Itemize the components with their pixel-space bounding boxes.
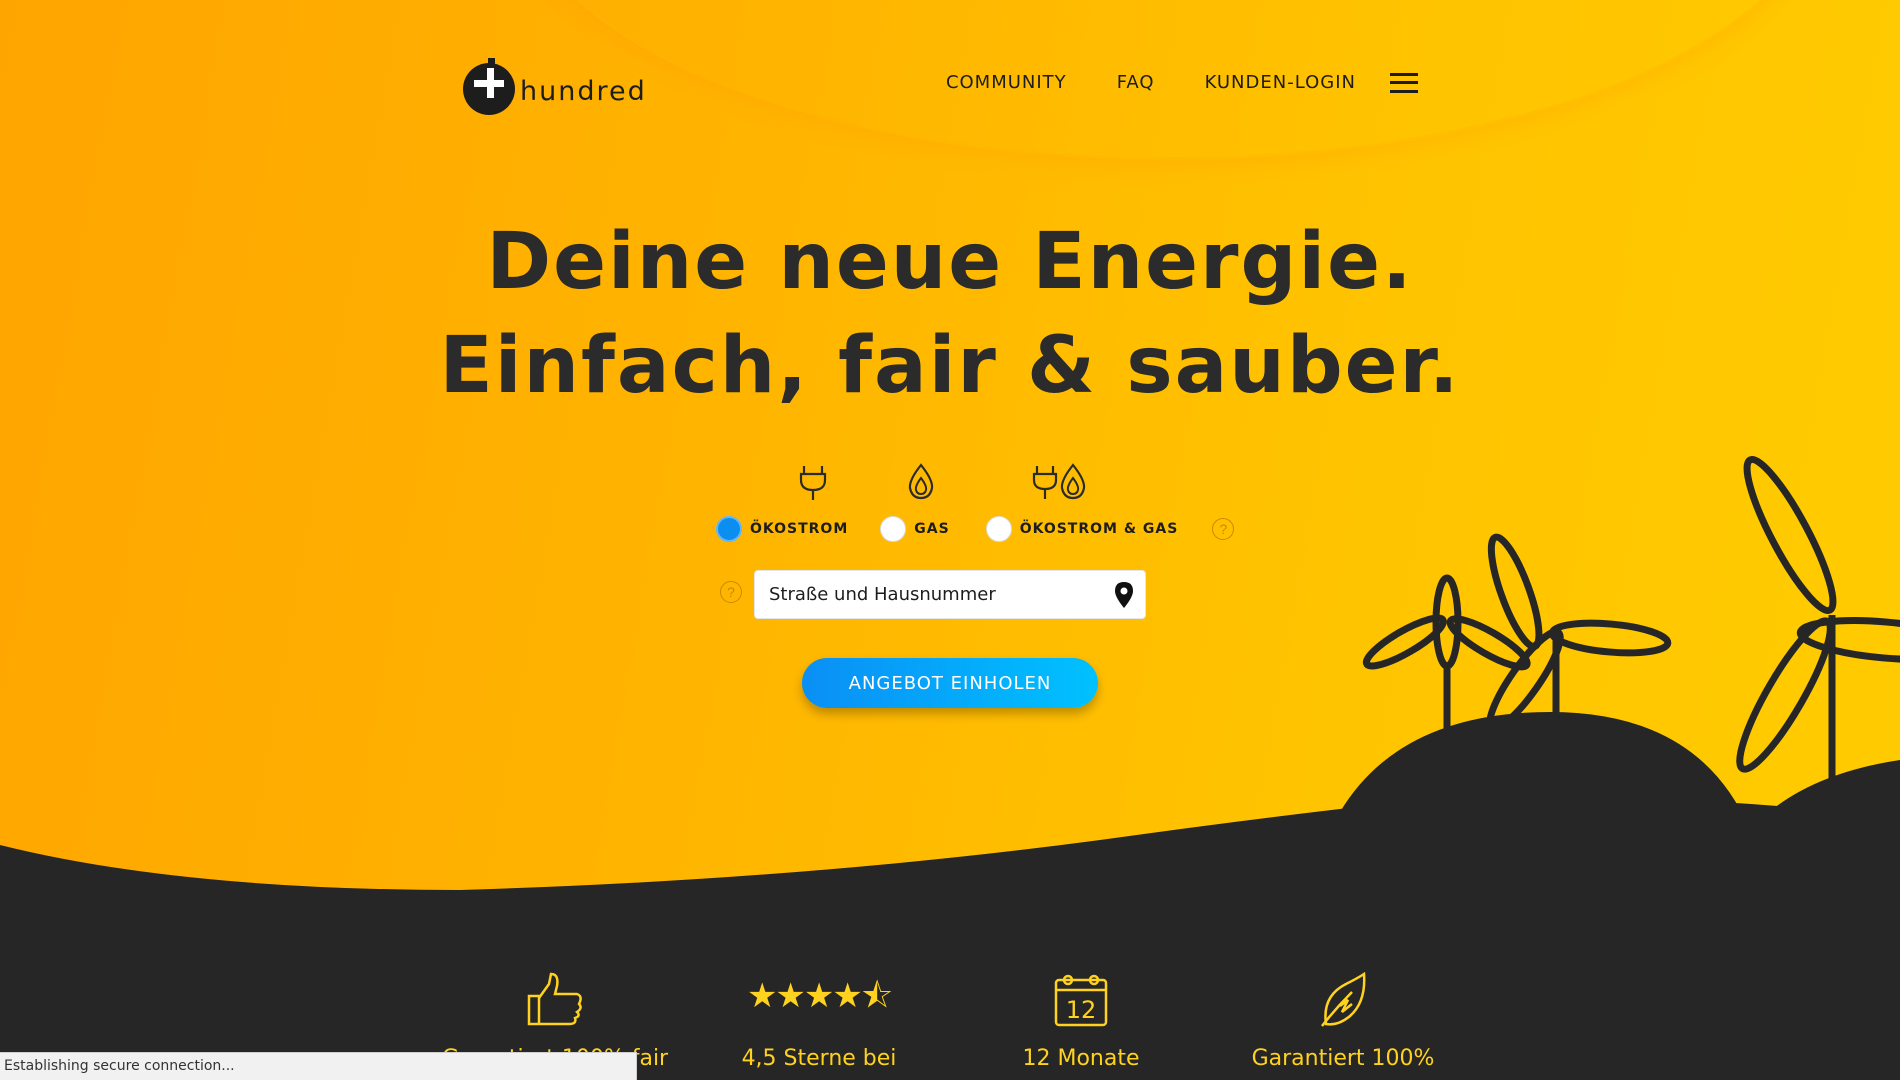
address-field [754, 570, 1146, 619]
leaf-icon [1321, 972, 1366, 1027]
main-nav: COMMUNITY FAQ KUNDEN-LOGIN [896, 72, 1418, 93]
feature-duration: 12 12 Monate [966, 970, 1196, 1074]
feature-rating: ★★★★⯪ 4,5 Sterne bei [704, 970, 934, 1074]
browser-status-bar: Establishing secure connection... [0, 1052, 637, 1080]
radio-gas[interactable] [880, 516, 907, 542]
logo[interactable]: hundred [460, 58, 647, 116]
flame-icon [908, 463, 934, 500]
address-help-icon[interactable]: ? [720, 581, 742, 603]
site-header: hundred COMMUNITY FAQ KUNDEN-LOGIN [460, 58, 1418, 122]
radio-oekostrom-gas[interactable] [985, 516, 1012, 542]
headline-line-2: Einfach, fair & sauber. [439, 321, 1461, 411]
calendar-number: 12 [1066, 996, 1097, 1024]
hamburger-menu-icon[interactable] [1390, 72, 1418, 93]
option-oekostrom-gas[interactable]: ÖKOSTROM & GAS [985, 516, 1179, 542]
stars-icon: ★★★★⯪ [746, 976, 893, 1015]
nav-faq[interactable]: FAQ [1117, 72, 1155, 93]
get-offer-button[interactable]: ANGEBOT EINHOLEN [802, 658, 1098, 708]
feature-text: 12 Monate [1022, 1046, 1140, 1071]
option-label: GAS [914, 521, 950, 537]
feature-text: Garantiert 100% [1251, 1046, 1435, 1071]
feature-green: Garantiert 100% [1228, 970, 1458, 1074]
address-input[interactable] [755, 584, 1095, 605]
help-icon[interactable]: ? [1212, 518, 1235, 540]
thumbs-up-icon [527, 972, 582, 1026]
energy-type-icons [0, 462, 1900, 506]
feature-text: 4,5 Sterne bei [741, 1046, 897, 1071]
logo-text: hundred [520, 75, 647, 107]
option-label: ÖKOSTROM & GAS [1019, 521, 1179, 537]
location-pin-icon[interactable] [1113, 581, 1135, 609]
hill [1340, 712, 1900, 900]
radio-oekostrom[interactable] [716, 516, 742, 542]
plug-icon [799, 466, 827, 500]
hero-headline: Deine neue Energie. Einfach, fair & saub… [0, 210, 1900, 418]
nav-kunden-login[interactable]: KUNDEN-LOGIN [1205, 72, 1356, 93]
option-oekostrom[interactable]: ÖKOSTROM [716, 516, 848, 542]
nav-community[interactable]: COMMUNITY [946, 72, 1067, 93]
logo-mark-icon [463, 58, 515, 115]
calendar-icon: 12 [1054, 974, 1108, 1027]
headline-line-1: Deine neue Energie. [486, 217, 1414, 307]
energy-type-options: ÖKOSTROM GAS ÖKOSTROM & GAS ? [716, 516, 1235, 542]
plug-flame-icon [1032, 463, 1086, 500]
option-gas[interactable]: GAS [880, 516, 949, 542]
option-label: ÖKOSTROM [750, 521, 849, 537]
